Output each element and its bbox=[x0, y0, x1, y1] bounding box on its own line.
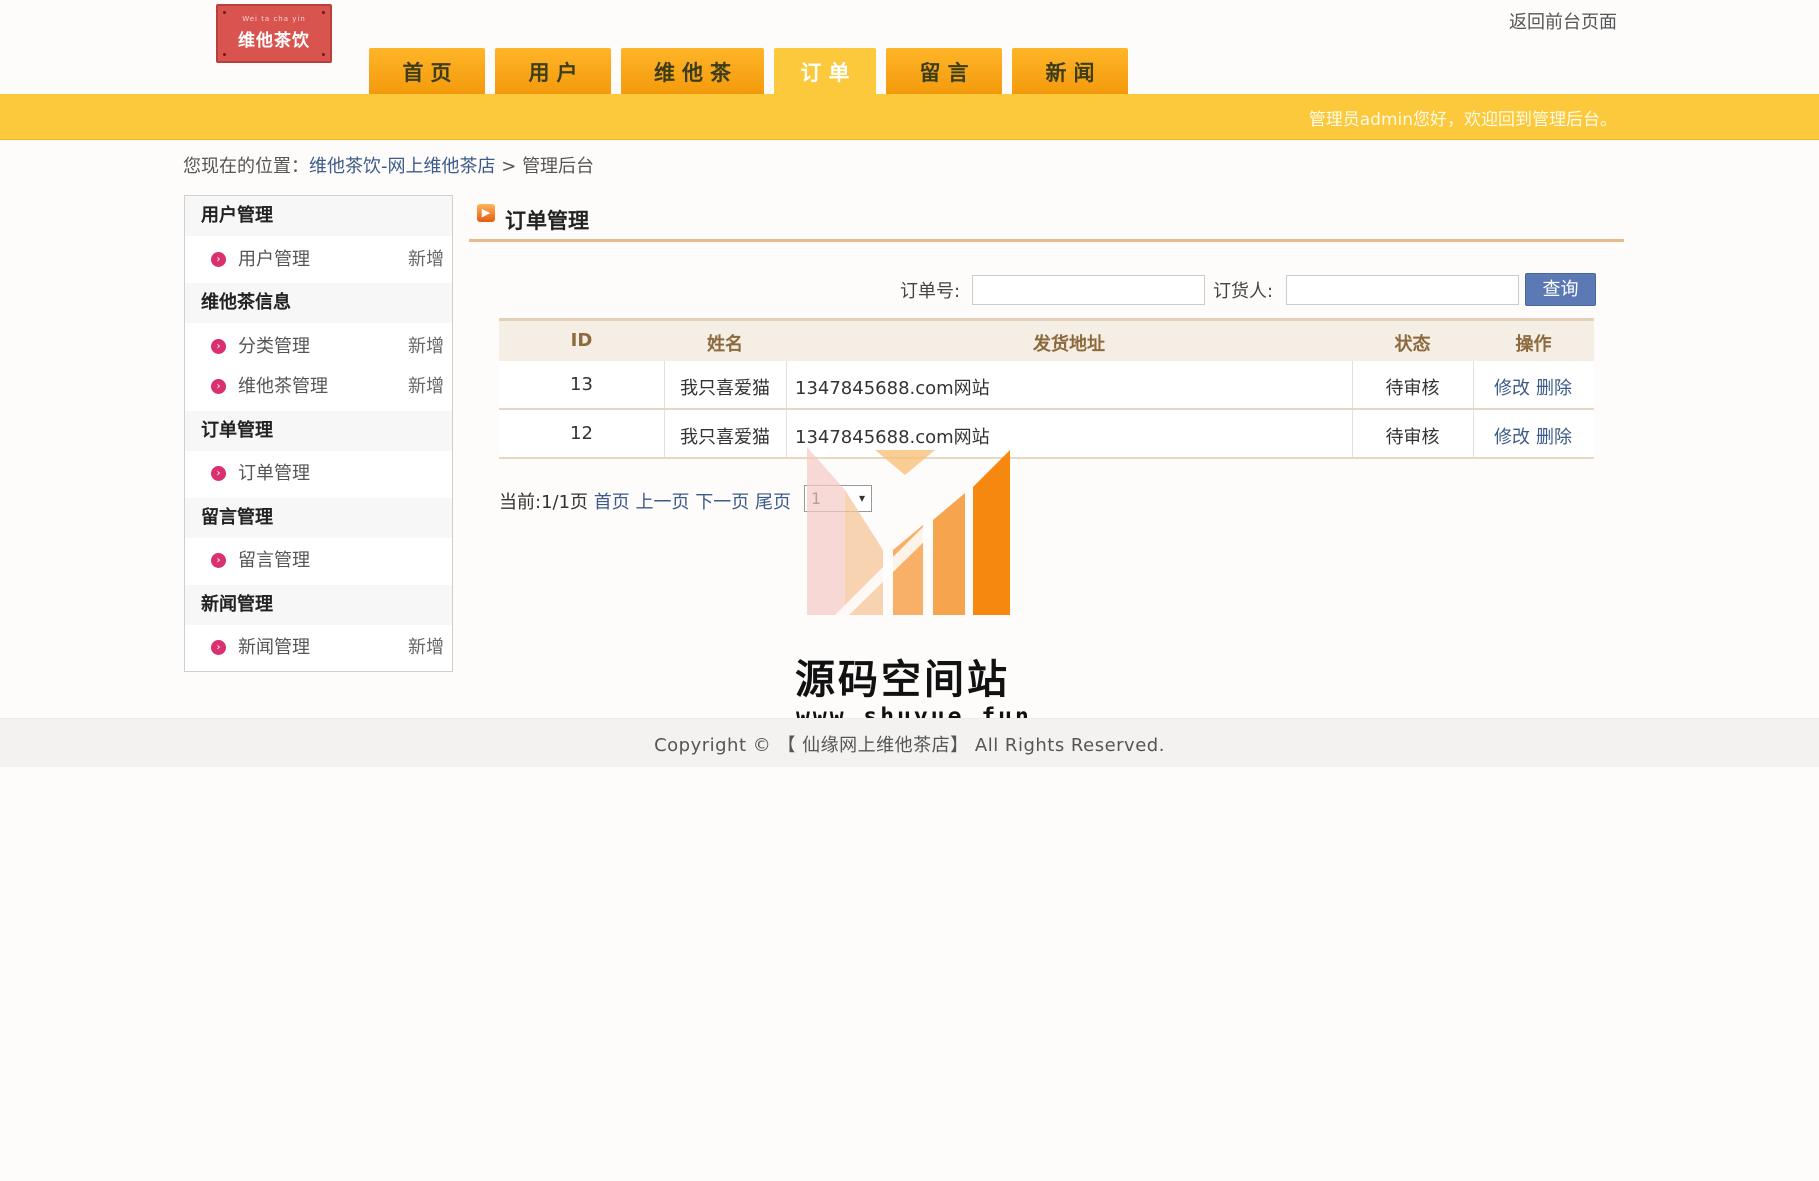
cell-divider bbox=[786, 410, 787, 457]
sidebar-add-tea-link[interactable]: 新增 bbox=[408, 367, 444, 407]
sidebar-item-label[interactable]: 新闻管理 bbox=[238, 628, 310, 668]
edit-link[interactable]: 修改 bbox=[1494, 374, 1530, 400]
sidebar-item-label[interactable]: 用户管理 bbox=[238, 240, 310, 280]
cell-divider bbox=[1473, 410, 1474, 457]
pagination: 当前:1/1页 首页 上一页 下一页 尾页 bbox=[499, 488, 791, 514]
back-to-frontend-link[interactable]: 返回前台页面 bbox=[1509, 8, 1617, 34]
site-logo[interactable]: Wei ta cha yin 维他茶饮 bbox=[216, 4, 332, 63]
buyer-label: 订货人: bbox=[1213, 281, 1274, 302]
column-header-status: 状态 bbox=[1394, 334, 1431, 355]
sidebar-item-category-management[interactable]: › 分类管理 新增 bbox=[185, 327, 452, 367]
footer: Copyright © 【 仙缘网上维他茶店】 All Rights Reser… bbox=[0, 718, 1819, 767]
nav-tab-orders[interactable]: 订单 bbox=[774, 48, 876, 94]
next-page-link[interactable]: 下一页 bbox=[695, 492, 749, 513]
sidebar-item-message-management[interactable]: › 留言管理 bbox=[185, 541, 452, 581]
logo-subtitle: Wei ta cha yin bbox=[242, 15, 306, 23]
page-info: 当前:1/1页 bbox=[499, 492, 589, 513]
query-button[interactable]: 查询 bbox=[1525, 273, 1596, 306]
order-name: 我只喜爱猫 bbox=[680, 427, 770, 448]
sidebar-item-label[interactable]: 订单管理 bbox=[238, 454, 310, 494]
edit-link[interactable]: 修改 bbox=[1494, 423, 1530, 449]
prev-page-link[interactable]: 上一页 bbox=[636, 492, 690, 513]
sidebar-item-label[interactable]: 分类管理 bbox=[238, 327, 310, 367]
order-status: 待审核 bbox=[1385, 427, 1440, 448]
table-row: 12 我只喜爱猫 1347845688.com网站 待审核 修改 删除 bbox=[499, 410, 1594, 459]
nav-tab-users[interactable]: 用户 bbox=[495, 48, 611, 94]
sidebar-group-news: 新闻管理 bbox=[185, 585, 452, 625]
delete-link[interactable]: 删除 bbox=[1536, 374, 1572, 400]
delete-link[interactable]: 删除 bbox=[1536, 423, 1572, 449]
panel-arrow-icon: ▶ bbox=[477, 204, 495, 222]
bullet-icon: › bbox=[211, 339, 226, 354]
nav-tab-tea[interactable]: 维他茶 bbox=[621, 48, 764, 94]
table-row: 13 我只喜爱猫 1347845688.com网站 待审核 修改 删除 bbox=[499, 361, 1594, 410]
order-number-input[interactable] bbox=[972, 275, 1205, 305]
order-name: 我只喜爱猫 bbox=[680, 378, 770, 399]
cell-divider bbox=[786, 361, 787, 408]
sidebar-add-user-link[interactable]: 新增 bbox=[408, 240, 444, 280]
bullet-icon: › bbox=[211, 379, 226, 394]
sidebar-item-news-management[interactable]: › 新闻管理 新增 bbox=[185, 628, 452, 668]
title-divider bbox=[469, 239, 1624, 242]
breadcrumb-prefix: 您现在的位置： bbox=[183, 156, 309, 177]
breadcrumb-separator: > bbox=[501, 156, 517, 177]
nav-tab-home[interactable]: 首页 bbox=[369, 48, 485, 94]
welcome-text: 管理员admin您好，欢迎回到管理后台。 bbox=[1308, 110, 1617, 130]
sidebar-item-tea-management[interactable]: › 维他茶管理 新增 bbox=[185, 367, 452, 407]
breadcrumb: 您现在的位置：维他茶饮-网上维他茶店 > 管理后台 bbox=[183, 152, 594, 178]
sidebar-item-label[interactable]: 维他茶管理 bbox=[238, 367, 328, 407]
sidebar-add-category-link[interactable]: 新增 bbox=[408, 327, 444, 367]
column-header-id: ID bbox=[570, 330, 593, 351]
column-header-actions: 操作 bbox=[1515, 334, 1552, 355]
buyer-input[interactable] bbox=[1286, 275, 1519, 305]
header-bar: 管理员admin您好，欢迎回到管理后台。 bbox=[0, 94, 1819, 140]
sidebar-add-news-link[interactable]: 新增 bbox=[408, 628, 444, 668]
breadcrumb-current: 管理后台 bbox=[522, 156, 595, 177]
order-id: 12 bbox=[570, 423, 593, 444]
nav-tab-news[interactable]: 新闻 bbox=[1012, 48, 1128, 94]
page-title: 订单管理 bbox=[505, 209, 589, 233]
order-number-label: 订单号: bbox=[900, 281, 961, 302]
watermark-title: 源码空间站 bbox=[795, 657, 1010, 703]
sidebar-item-order-management[interactable]: › 订单管理 bbox=[185, 454, 452, 494]
bullet-icon: › bbox=[211, 252, 226, 267]
breadcrumb-home-link[interactable]: 维他茶饮-网上维他茶店 bbox=[309, 156, 496, 177]
bullet-icon: › bbox=[211, 466, 226, 481]
watermark-logo-icon bbox=[807, 447, 1010, 615]
sidebar-group-messages: 留言管理 bbox=[185, 498, 452, 538]
copyright-text: Copyright © 【 仙缘网上维他茶店】 All Rights Reser… bbox=[654, 735, 1165, 756]
sidebar-group-tea-info: 维他茶信息 bbox=[185, 283, 452, 323]
sidebar: 用户管理 › 用户管理 新增 维他茶信息 › 分类管理 新增 › 维他茶管理 新… bbox=[184, 195, 453, 672]
last-page-link[interactable]: 尾页 bbox=[755, 492, 791, 513]
order-status: 待审核 bbox=[1385, 378, 1440, 399]
cell-divider bbox=[1473, 361, 1474, 408]
order-id: 13 bbox=[570, 374, 593, 395]
column-header-address: 发货地址 bbox=[1033, 334, 1105, 355]
sidebar-item-user-management[interactable]: › 用户管理 新增 bbox=[185, 240, 452, 280]
order-address: 1347845688.com网站 bbox=[795, 378, 990, 399]
sidebar-group-users: 用户管理 bbox=[185, 196, 452, 236]
sidebar-group-orders: 订单管理 bbox=[185, 411, 452, 451]
logo-text: 维他茶饮 bbox=[238, 31, 310, 51]
table-header: ID 姓名 发货地址 状态 操作 bbox=[499, 318, 1594, 361]
bullet-icon: › bbox=[211, 553, 226, 568]
bullet-icon: › bbox=[211, 640, 226, 655]
column-header-name: 姓名 bbox=[707, 334, 743, 355]
first-page-link[interactable]: 首页 bbox=[594, 492, 630, 513]
sidebar-item-label[interactable]: 留言管理 bbox=[238, 541, 310, 581]
nav-tab-messages[interactable]: 留言 bbox=[886, 48, 1002, 94]
